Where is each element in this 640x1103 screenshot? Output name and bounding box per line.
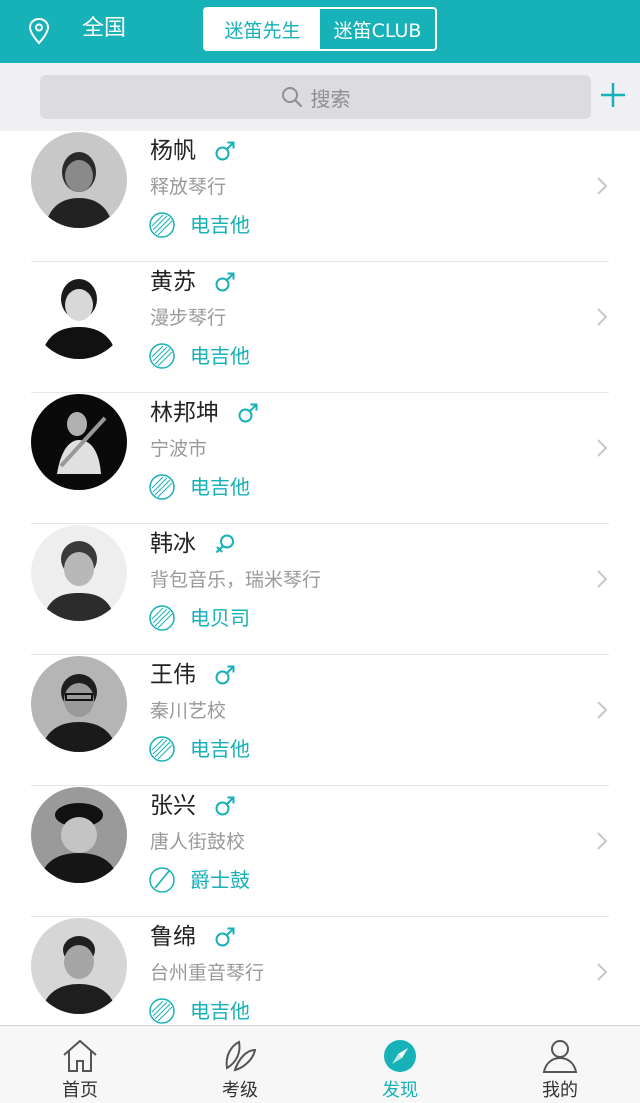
location-label[interactable]: 全国 <box>82 14 126 44</box>
teacher-name: 王伟 <box>150 662 196 688</box>
exam-leaf-icon <box>225 1040 257 1072</box>
drumstick-circle-icon <box>149 867 175 893</box>
teacher-org: 台州重音琴行 <box>150 962 265 984</box>
tab-home-label: 首页 <box>62 1080 98 1101</box>
teacher-name: 韩冰 <box>150 531 196 557</box>
male-icon <box>215 141 235 161</box>
tab-home[interactable]: 首页 <box>0 1026 160 1103</box>
male-icon <box>238 403 258 423</box>
teacher-row[interactable]: 黄苏 漫步琴行 电吉他 <box>0 262 640 393</box>
instrument-label: 电贝司 <box>190 606 250 630</box>
teacher-name: 杨帆 <box>150 138 196 164</box>
teacher-row[interactable]: 杨帆 释放琴行 电吉他 <box>0 131 640 262</box>
user-icon <box>542 1040 578 1073</box>
teacher-name: 林邦坤 <box>150 400 219 426</box>
instrument-label: 电吉他 <box>190 737 250 761</box>
tab-bar: 首页 考级 发现 我的 <box>0 1025 640 1103</box>
tab-exam[interactable]: 考级 <box>160 1026 320 1103</box>
teacher-name: 张兴 <box>150 793 196 819</box>
home-icon <box>63 1039 97 1072</box>
avatar <box>31 394 127 490</box>
search-input[interactable]: 搜索 <box>40 75 591 119</box>
tab-me-label: 我的 <box>542 1080 578 1101</box>
hatched-circle-icon <box>149 343 175 369</box>
avatar <box>31 918 127 1014</box>
teacher-org: 漫步琴行 <box>150 307 227 329</box>
avatar <box>31 263 127 359</box>
male-icon <box>215 272 235 292</box>
instrument-label: 电吉他 <box>190 475 250 499</box>
teacher-row[interactable]: 王伟 秦川艺校 电吉他 <box>0 655 640 786</box>
hatched-circle-icon <box>149 605 175 631</box>
add-icon[interactable] <box>598 80 628 110</box>
segment-midi-teachers[interactable]: 迷笛先生 <box>205 9 320 49</box>
tab-exam-label: 考级 <box>222 1080 258 1101</box>
teacher-org: 唐人街鼓校 <box>150 831 246 853</box>
teacher-org: 背包音乐，瑞米琴行 <box>150 569 322 591</box>
chevron-right-icon <box>597 177 608 195</box>
avatar <box>31 656 127 752</box>
teacher-org: 秦川艺校 <box>150 700 227 722</box>
hatched-circle-icon <box>149 736 175 762</box>
top-header: 全国 迷笛先生 迷笛CLUB <box>0 0 640 63</box>
avatar <box>31 525 127 621</box>
male-icon <box>215 927 235 947</box>
instrument-label: 爵士鼓 <box>190 868 250 892</box>
hatched-circle-icon <box>149 212 175 238</box>
hatched-circle-icon <box>149 474 175 500</box>
chevron-right-icon <box>597 832 608 850</box>
instrument-label: 电吉他 <box>190 999 250 1023</box>
tab-me[interactable]: 我的 <box>480 1026 640 1103</box>
male-icon <box>215 796 235 816</box>
teacher-list: 杨帆 释放琴行 电吉他 黄苏 漫步琴行 电吉他 林邦坤 宁波市 电吉他 韩冰 背… <box>0 131 640 1048</box>
tab-discover[interactable]: 发现 <box>320 1026 480 1103</box>
search-bar: 搜索 <box>0 63 640 131</box>
chevron-right-icon <box>597 701 608 719</box>
teacher-org: 宁波市 <box>150 438 208 460</box>
teacher-row[interactable]: 张兴 唐人街鼓校 爵士鼓 <box>0 786 640 917</box>
teacher-name: 鲁绵 <box>150 924 196 950</box>
avatar <box>31 787 127 883</box>
instrument-label: 电吉他 <box>190 344 250 368</box>
teacher-row[interactable]: 林邦坤 宁波市 电吉他 <box>0 393 640 524</box>
tab-discover-label: 发现 <box>382 1080 418 1101</box>
search-icon <box>281 87 302 108</box>
teacher-name: 黄苏 <box>150 269 196 295</box>
location-pin-icon[interactable] <box>28 17 50 45</box>
teacher-org: 释放琴行 <box>150 176 227 198</box>
male-icon <box>215 665 235 685</box>
search-placeholder: 搜索 <box>310 86 351 111</box>
compass-icon <box>384 1040 416 1072</box>
hatched-circle-icon <box>149 998 175 1024</box>
teacher-row[interactable]: 韩冰 背包音乐，瑞米琴行 电贝司 <box>0 524 640 655</box>
chevron-right-icon <box>597 308 608 326</box>
instrument-label: 电吉他 <box>190 213 250 237</box>
segmented-control: 迷笛先生 迷笛CLUB <box>203 7 437 51</box>
female-icon <box>215 534 234 554</box>
segment-midi-club[interactable]: 迷笛CLUB <box>320 9 435 49</box>
chevron-right-icon <box>597 439 608 457</box>
avatar <box>31 132 127 228</box>
chevron-right-icon <box>597 570 608 588</box>
chevron-right-icon <box>597 963 608 981</box>
